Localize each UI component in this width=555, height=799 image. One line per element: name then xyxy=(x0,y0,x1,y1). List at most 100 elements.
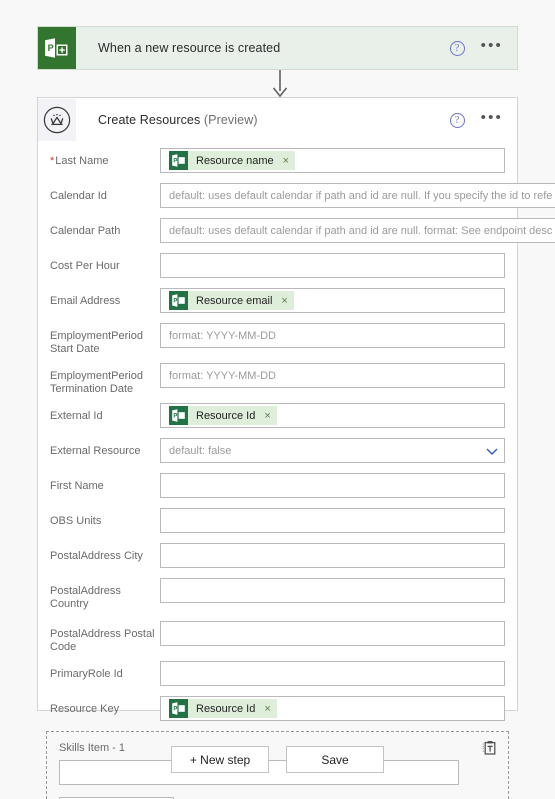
field-label-text: Cost Per Hour xyxy=(50,260,120,272)
text-field[interactable] xyxy=(160,661,505,686)
field-label-text: First Name xyxy=(50,480,104,492)
svg-text:P: P xyxy=(173,299,177,305)
field-label: PostalAddress Country xyxy=(50,578,160,611)
ellipsis-icon[interactable]: ••• xyxy=(481,38,503,55)
field-label-text: PostalAddress City xyxy=(50,550,143,562)
action-title-text: Create Resources xyxy=(98,113,201,127)
token-chip[interactable]: P Resource Id × xyxy=(169,406,277,425)
field-label: *Last Name xyxy=(50,148,160,168)
field-label-text: Calendar Id xyxy=(50,190,107,202)
form-row: PrimaryRole Id xyxy=(50,661,505,686)
field-label-text: PostalAddress Country xyxy=(50,585,121,610)
action-card-header[interactable]: Create Resources (Preview) ? ••• xyxy=(38,98,517,142)
token-chip[interactable]: P Resource email × xyxy=(169,291,294,310)
token-remove-icon[interactable]: × xyxy=(283,155,289,167)
field-label-text: PrimaryRole Id xyxy=(50,668,123,680)
field-label: Calendar Id xyxy=(50,183,160,203)
dropdown-field[interactable]: default: false xyxy=(160,438,505,463)
text-field[interactable] xyxy=(160,621,505,646)
field-control: format: YYYY-MM-DD xyxy=(160,363,505,388)
text-field[interactable] xyxy=(160,508,505,533)
required-marker: * xyxy=(50,155,55,167)
action-card-create-resources: Create Resources (Preview) ? ••• *Last N… xyxy=(37,97,555,799)
save-button[interactable]: Save xyxy=(286,746,384,773)
action-title-suffix: (Preview) xyxy=(203,113,258,127)
text-field[interactable]: default: uses default calendar if path a… xyxy=(160,218,555,243)
form-row: PostalAddress Country xyxy=(50,578,505,611)
field-label: External Id xyxy=(50,403,160,423)
chevron-down-icon[interactable] xyxy=(484,443,500,459)
field-control xyxy=(160,253,505,278)
form-row: PostalAddress Postal Code xyxy=(50,621,505,654)
token-chip-label: Resource Id xyxy=(196,702,256,715)
form-row: OBS Units xyxy=(50,508,505,533)
field-label-text: Email Address xyxy=(50,295,121,307)
token-chip[interactable]: P Resource Id × xyxy=(169,699,277,718)
form-row: EmploymentPeriod Start Date format: YYYY-… xyxy=(50,323,505,356)
project-icon: P xyxy=(169,291,188,310)
project-new-resource-icon: P xyxy=(38,27,76,69)
field-label: Calendar Path xyxy=(50,218,160,238)
field-control xyxy=(160,473,505,498)
text-field[interactable]: format: YYYY-MM-DD xyxy=(160,363,505,388)
field-control: P Resource name × xyxy=(160,148,505,173)
text-field[interactable] xyxy=(160,578,505,603)
text-field[interactable]: P Resource email × xyxy=(160,288,505,313)
token-remove-icon[interactable]: × xyxy=(264,410,270,422)
help-circle-icon[interactable]: ? xyxy=(449,112,465,128)
field-control: format: YYYY-MM-DD xyxy=(160,323,505,348)
field-label: EmploymentPeriod Start Date xyxy=(50,323,160,356)
trigger-title: When a new resource is created xyxy=(98,41,281,55)
svg-text:P: P xyxy=(173,707,177,713)
designer-footer: + New step Save xyxy=(0,746,555,773)
text-field[interactable]: P Resource name × xyxy=(160,148,505,173)
new-step-button[interactable]: + New step xyxy=(171,746,269,773)
svg-text:P: P xyxy=(48,43,54,53)
project-icon: P xyxy=(169,699,188,718)
field-control: P Resource email × xyxy=(160,288,505,313)
text-field[interactable]: P Resource Id × xyxy=(160,696,505,721)
text-field[interactable] xyxy=(160,543,505,568)
token-remove-icon[interactable]: × xyxy=(264,703,270,715)
text-field[interactable]: P Resource Id × xyxy=(160,403,505,428)
field-label: Resource Key xyxy=(50,696,160,716)
token-remove-icon[interactable]: × xyxy=(281,295,287,307)
field-label-text: External Resource xyxy=(50,445,141,457)
ellipsis-icon[interactable]: ••• xyxy=(481,110,503,127)
field-control: P Resource Id × xyxy=(160,403,505,428)
field-control xyxy=(160,543,505,568)
field-label: OBS Units xyxy=(50,508,160,528)
flow-designer-canvas: P When a new resource is created ? ••• C… xyxy=(0,0,555,799)
form-row: First Name xyxy=(50,473,505,498)
form-row: Email Address P Resource email × xyxy=(50,288,505,313)
form-row: Calendar Path default: uses default calen… xyxy=(50,218,555,243)
field-label: Cost Per Hour xyxy=(50,253,160,273)
trigger-card[interactable]: P When a new resource is created ? ••• xyxy=(37,26,518,70)
field-placeholder: format: YYYY-MM-DD xyxy=(169,369,276,382)
field-label: EmploymentPeriod Termination Date xyxy=(50,363,160,396)
field-control xyxy=(160,508,505,533)
text-field[interactable]: format: YYYY-MM-DD xyxy=(160,323,505,348)
field-control: default: uses default calendar if path a… xyxy=(160,218,555,243)
form-row: External Resource default: false xyxy=(50,438,505,463)
field-placeholder: default: false xyxy=(169,444,232,457)
field-control: P Resource Id × xyxy=(160,696,505,721)
form-row: External Id P Resource Id × xyxy=(50,403,505,428)
help-circle-icon[interactable]: ? xyxy=(449,40,465,56)
form-row: Calendar Id default: uses default calenda… xyxy=(50,183,555,208)
svg-text:P: P xyxy=(173,414,177,420)
text-field[interactable] xyxy=(160,473,505,498)
field-label-text: EmploymentPeriod Start Date xyxy=(50,330,143,355)
field-placeholder: default: uses default calendar if path a… xyxy=(169,189,553,202)
field-control xyxy=(160,578,505,603)
token-chip-label: Resource Id xyxy=(196,409,256,422)
project-new-resource-glyph: P xyxy=(45,38,68,58)
text-field[interactable] xyxy=(160,253,505,278)
down-arrow-icon xyxy=(272,70,288,97)
token-chip[interactable]: P Resource name × xyxy=(169,151,296,170)
field-label: PrimaryRole Id xyxy=(50,661,160,681)
action-title: Create Resources (Preview) xyxy=(98,113,258,127)
field-control xyxy=(160,661,505,686)
field-control: default: uses default calendar if path a… xyxy=(160,183,555,208)
text-field[interactable]: default: uses default calendar if path a… xyxy=(160,183,555,208)
